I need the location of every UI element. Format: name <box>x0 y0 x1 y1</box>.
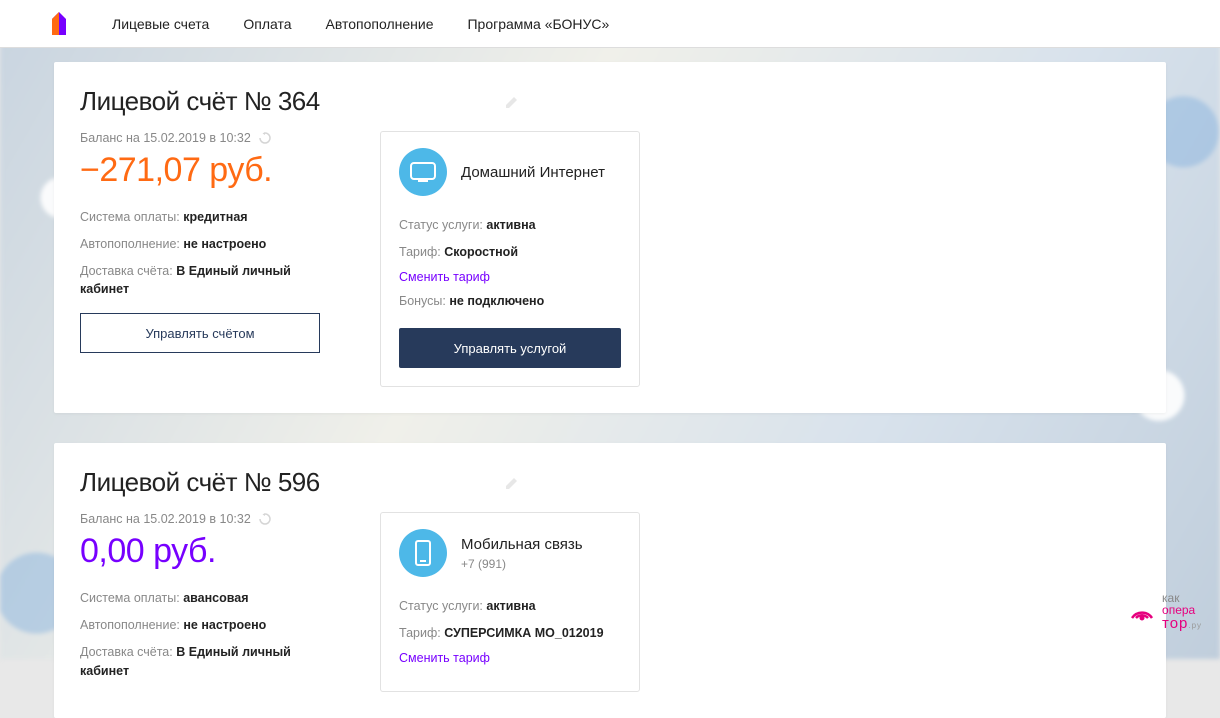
tariff-value: СУПЕРСИМКА МО_012019 <box>444 626 603 640</box>
service-card: Домашний Интернет Статус услуги: активна… <box>380 131 640 387</box>
manage-account-button[interactable]: Управлять счётом <box>80 313 320 353</box>
manage-service-button[interactable]: Управлять услугой <box>399 328 621 368</box>
payment-system-label: Система оплаты: <box>80 591 180 605</box>
refresh-icon[interactable] <box>259 132 271 144</box>
nav-accounts[interactable]: Лицевые счета <box>112 16 209 32</box>
service-card: Мобильная связь +7 (991) Статус услуги: … <box>380 512 640 692</box>
service-status-value: активна <box>486 218 535 232</box>
nav-autopay[interactable]: Автопополнение <box>326 16 434 32</box>
service-name: Домашний Интернет <box>461 164 605 181</box>
payment-system-value: авансовая <box>183 591 248 605</box>
autopay-value: не настроено <box>183 618 266 632</box>
balance-amount: 0,00 руб. <box>80 532 340 571</box>
service-name: Мобильная связь <box>461 536 583 553</box>
watermark-icon <box>1128 598 1156 626</box>
change-tariff-link[interactable]: Сменить тариф <box>399 270 621 284</box>
autopay-value: не настроено <box>183 237 266 251</box>
service-phone: +7 (991) <box>461 557 583 571</box>
refresh-icon[interactable] <box>259 513 271 525</box>
autopay-label: Автопополнение: <box>80 237 180 251</box>
nav-bonus[interactable]: Программа «БОНУС» <box>467 16 609 32</box>
tariff-value: Скоростной <box>444 245 518 259</box>
content-area: Лицевой счёт № 364 Баланс на 15.02.2019 … <box>0 48 1220 718</box>
delivery-label: Доставка счёта: <box>80 645 173 659</box>
edit-icon[interactable] <box>504 94 520 110</box>
account-card: Лицевой счёт № 596 Баланс на 15.02.2019 … <box>54 443 1166 718</box>
nav-payment[interactable]: Оплата <box>243 16 291 32</box>
service-status-label: Статус услуги: <box>399 599 483 613</box>
internet-icon <box>399 148 447 196</box>
account-card: Лицевой счёт № 364 Баланс на 15.02.2019 … <box>54 62 1166 413</box>
payment-system-value: кредитная <box>183 210 247 224</box>
balance-timestamp: Баланс на 15.02.2019 в 10:32 <box>80 512 251 526</box>
account-title: Лицевой счёт № 364 <box>80 86 320 117</box>
account-title: Лицевой счёт № 596 <box>80 467 320 498</box>
balance-amount: −271,07 руб. <box>80 151 340 190</box>
delivery-label: Доставка счёта: <box>80 264 173 278</box>
tariff-label: Тариф: <box>399 245 441 259</box>
bonus-value: не подключено <box>449 294 544 308</box>
watermark-text: как опера тор.ру <box>1162 592 1202 631</box>
bonus-label: Бонусы: <box>399 294 446 308</box>
tariff-label: Тариф: <box>399 626 441 640</box>
service-status-label: Статус услуги: <box>399 218 483 232</box>
change-tariff-link[interactable]: Сменить тариф <box>399 651 621 665</box>
account-summary: Баланс на 15.02.2019 в 10:32 −271,07 руб… <box>80 131 340 353</box>
logo-icon <box>50 11 68 37</box>
account-summary: Баланс на 15.02.2019 в 10:32 0,00 руб. С… <box>80 512 340 688</box>
mobile-icon <box>399 529 447 577</box>
watermark: как опера тор.ру <box>1128 592 1202 631</box>
top-navigation: Лицевые счета Оплата Автопополнение Прог… <box>0 0 1220 48</box>
autopay-label: Автопополнение: <box>80 618 180 632</box>
payment-system-label: Система оплаты: <box>80 210 180 224</box>
balance-timestamp: Баланс на 15.02.2019 в 10:32 <box>80 131 251 145</box>
service-status-value: активна <box>486 599 535 613</box>
edit-icon[interactable] <box>504 475 520 491</box>
